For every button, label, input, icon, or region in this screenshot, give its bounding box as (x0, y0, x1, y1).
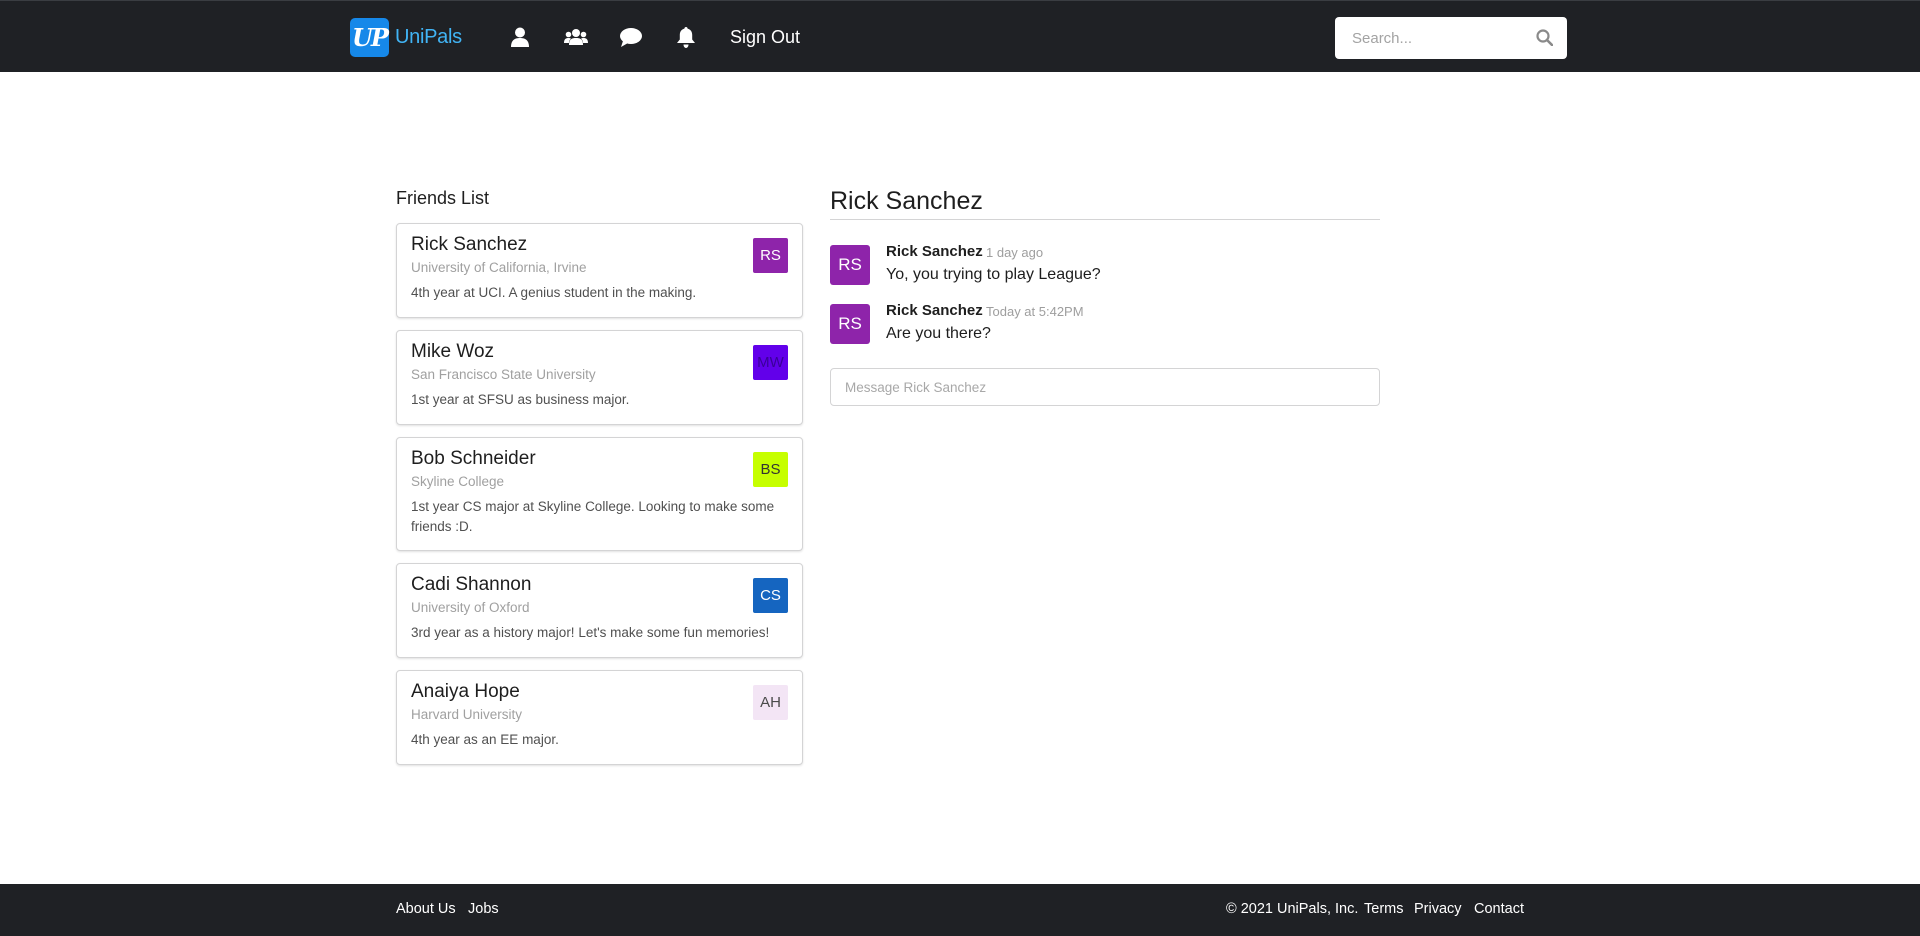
friend-school: University of California, Irvine (411, 260, 587, 275)
search-icon[interactable] (1536, 29, 1554, 51)
friend-card-rick-sanchez[interactable]: Rick Sanchez University of California, I… (396, 223, 803, 318)
friend-name: Anaiya Hope (411, 681, 520, 702)
navbar: UP UniPals Sign Out (0, 0, 1920, 72)
contact-link[interactable]: Contact (1474, 901, 1524, 917)
search-box (1335, 17, 1567, 59)
friend-name: Bob Schneider (411, 448, 536, 469)
avatar: AH (753, 685, 788, 720)
friend-card-mike-woz[interactable]: Mike Woz San Francisco State University … (396, 330, 803, 425)
privacy-link[interactable]: Privacy (1414, 901, 1462, 917)
chat-divider (830, 219, 1380, 220)
sign-out-link[interactable]: Sign Out (730, 27, 800, 48)
jobs-link[interactable]: Jobs (468, 901, 499, 917)
friend-card-bob-schneider[interactable]: Bob Schneider Skyline College 1st year C… (396, 437, 803, 551)
nav-icon-bar (508, 25, 728, 49)
friend-school: Skyline College (411, 474, 505, 489)
user-icon[interactable] (508, 25, 532, 49)
friend-description: 1st year at SFSU as business major. (411, 392, 630, 407)
search-input[interactable] (1335, 17, 1567, 59)
message-input[interactable] (830, 368, 1380, 406)
message-text: Are you there? (886, 325, 991, 342)
terms-link[interactable]: Terms (1364, 901, 1403, 917)
message-timestamp: Today at 5:42PM (986, 304, 1084, 319)
bell-icon[interactable] (674, 25, 698, 49)
message-avatar: RS (830, 304, 870, 344)
comment-icon[interactable] (619, 25, 643, 49)
message-avatar: RS (830, 245, 870, 285)
message-author: Rick Sanchez (886, 243, 983, 260)
about-us-link[interactable]: About Us (396, 901, 456, 917)
users-icon[interactable] (564, 25, 588, 49)
friend-school: University of Oxford (411, 600, 530, 615)
friend-name: Mike Woz (411, 341, 495, 362)
friend-description: 4th year at UCI. A genius student in the… (411, 285, 697, 300)
friend-card-cadi-shannon[interactable]: Cadi Shannon University of Oxford 3rd ye… (396, 563, 803, 658)
friend-description: 1st year CS major at Skyline College. Lo… (411, 499, 775, 534)
friend-school: Harvard University (411, 707, 523, 722)
friend-school: San Francisco State University (411, 367, 596, 382)
brand-logo: UP (350, 18, 389, 57)
avatar: RS (753, 238, 788, 273)
friend-name: Cadi Shannon (411, 574, 532, 595)
chat-title: Rick Sanchez (830, 187, 983, 215)
friend-card-anaiya-hope[interactable]: Anaiya Hope Harvard University 4th year … (396, 670, 803, 765)
message-timestamp: 1 day ago (986, 245, 1044, 260)
message-text: Yo, you trying to play League? (886, 266, 1101, 283)
brand-home-link[interactable]: UP UniPals (350, 18, 462, 57)
footer: About Us Jobs © 2021 UniPals, Inc. Terms… (0, 884, 1920, 936)
friend-description: 4th year as an EE major. (411, 732, 559, 747)
copyright-text: © 2021 UniPals, Inc. (1226, 901, 1359, 917)
message-author: Rick Sanchez (886, 302, 983, 319)
avatar: MW (753, 345, 788, 380)
friend-description: 3rd year as a history major! Let's make … (411, 625, 770, 640)
brand-name: UniPals (395, 26, 462, 48)
friends-list-title: Friends List (396, 188, 490, 208)
avatar: CS (753, 578, 788, 613)
friend-name: Rick Sanchez (411, 234, 528, 255)
avatar: BS (753, 452, 788, 487)
